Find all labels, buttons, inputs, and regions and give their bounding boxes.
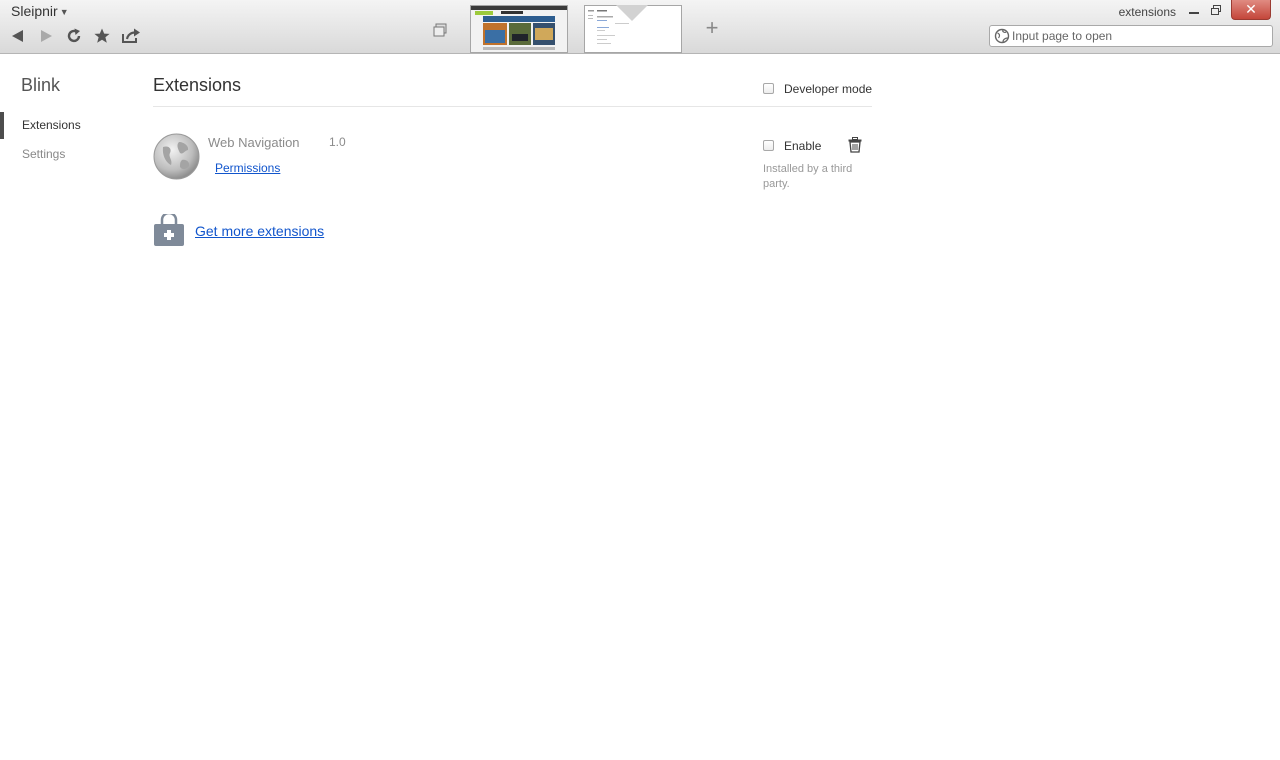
back-arrow-icon bbox=[12, 30, 23, 42]
title-divider bbox=[153, 106, 872, 107]
restore-button[interactable] bbox=[1208, 2, 1224, 20]
reload-button[interactable] bbox=[65, 27, 85, 45]
extension-name: Web Navigation bbox=[208, 135, 300, 150]
reload-icon bbox=[67, 28, 81, 43]
address-input[interactable] bbox=[1012, 27, 1267, 45]
address-bar[interactable] bbox=[989, 25, 1273, 47]
tab-thumbnail-1[interactable] bbox=[470, 5, 568, 53]
sidebar-item-settings[interactable]: Settings bbox=[22, 147, 65, 161]
app-menu-label: Sleipnir bbox=[11, 3, 58, 19]
close-icon: ✕ bbox=[1245, 1, 1257, 17]
close-button[interactable]: ✕ bbox=[1231, 0, 1271, 20]
globe-icon bbox=[994, 28, 1010, 44]
store-bag-icon bbox=[154, 214, 184, 246]
window-title: extensions bbox=[1118, 5, 1176, 19]
page-title: Extensions bbox=[153, 75, 242, 95]
enable-checkbox[interactable] bbox=[763, 140, 774, 151]
browser-toolbar: Sleipnir ▼ + extensions ✕ Input page to … bbox=[0, 0, 1280, 54]
minimize-button[interactable] bbox=[1186, 2, 1202, 20]
new-tab-button[interactable]: + bbox=[703, 17, 721, 39]
app-menu-button[interactable]: Sleipnir ▼ bbox=[11, 3, 69, 19]
minimize-icon bbox=[1189, 12, 1199, 14]
permissions-link[interactable]: Permissions bbox=[215, 161, 280, 175]
back-button[interactable] bbox=[9, 27, 29, 45]
page-thumbnail-image bbox=[471, 6, 567, 52]
forward-arrow-icon bbox=[41, 30, 52, 42]
extension-version: 1.0 bbox=[329, 135, 346, 149]
share-icon bbox=[122, 28, 140, 43]
share-button[interactable] bbox=[121, 27, 141, 45]
dropdown-caret-icon: ▼ bbox=[59, 7, 69, 17]
restore-icon bbox=[1211, 5, 1221, 15]
delete-extension-button[interactable] bbox=[848, 137, 862, 158]
forward-button[interactable] bbox=[37, 27, 57, 45]
active-tab-indicator bbox=[616, 5, 648, 21]
installed-by-third-party-note: Installed by a third party. bbox=[763, 163, 853, 190]
star-icon bbox=[94, 28, 110, 43]
bookmark-button[interactable] bbox=[93, 27, 113, 45]
developer-mode-label[interactable]: Developer mode bbox=[784, 82, 872, 96]
extension-globe-icon bbox=[153, 133, 200, 180]
enable-label[interactable]: Enable bbox=[784, 139, 821, 153]
sidebar-active-indicator bbox=[0, 112, 4, 139]
trash-icon bbox=[848, 137, 862, 153]
tab-list-button[interactable] bbox=[432, 22, 448, 38]
sidebar-title: Blink bbox=[21, 75, 61, 95]
sidebar-item-extensions[interactable]: Extensions bbox=[22, 118, 81, 132]
developer-mode-checkbox[interactable] bbox=[763, 83, 774, 94]
tab-stack-icon bbox=[433, 23, 447, 37]
get-more-extensions-link[interactable]: Get more extensions bbox=[195, 223, 324, 239]
